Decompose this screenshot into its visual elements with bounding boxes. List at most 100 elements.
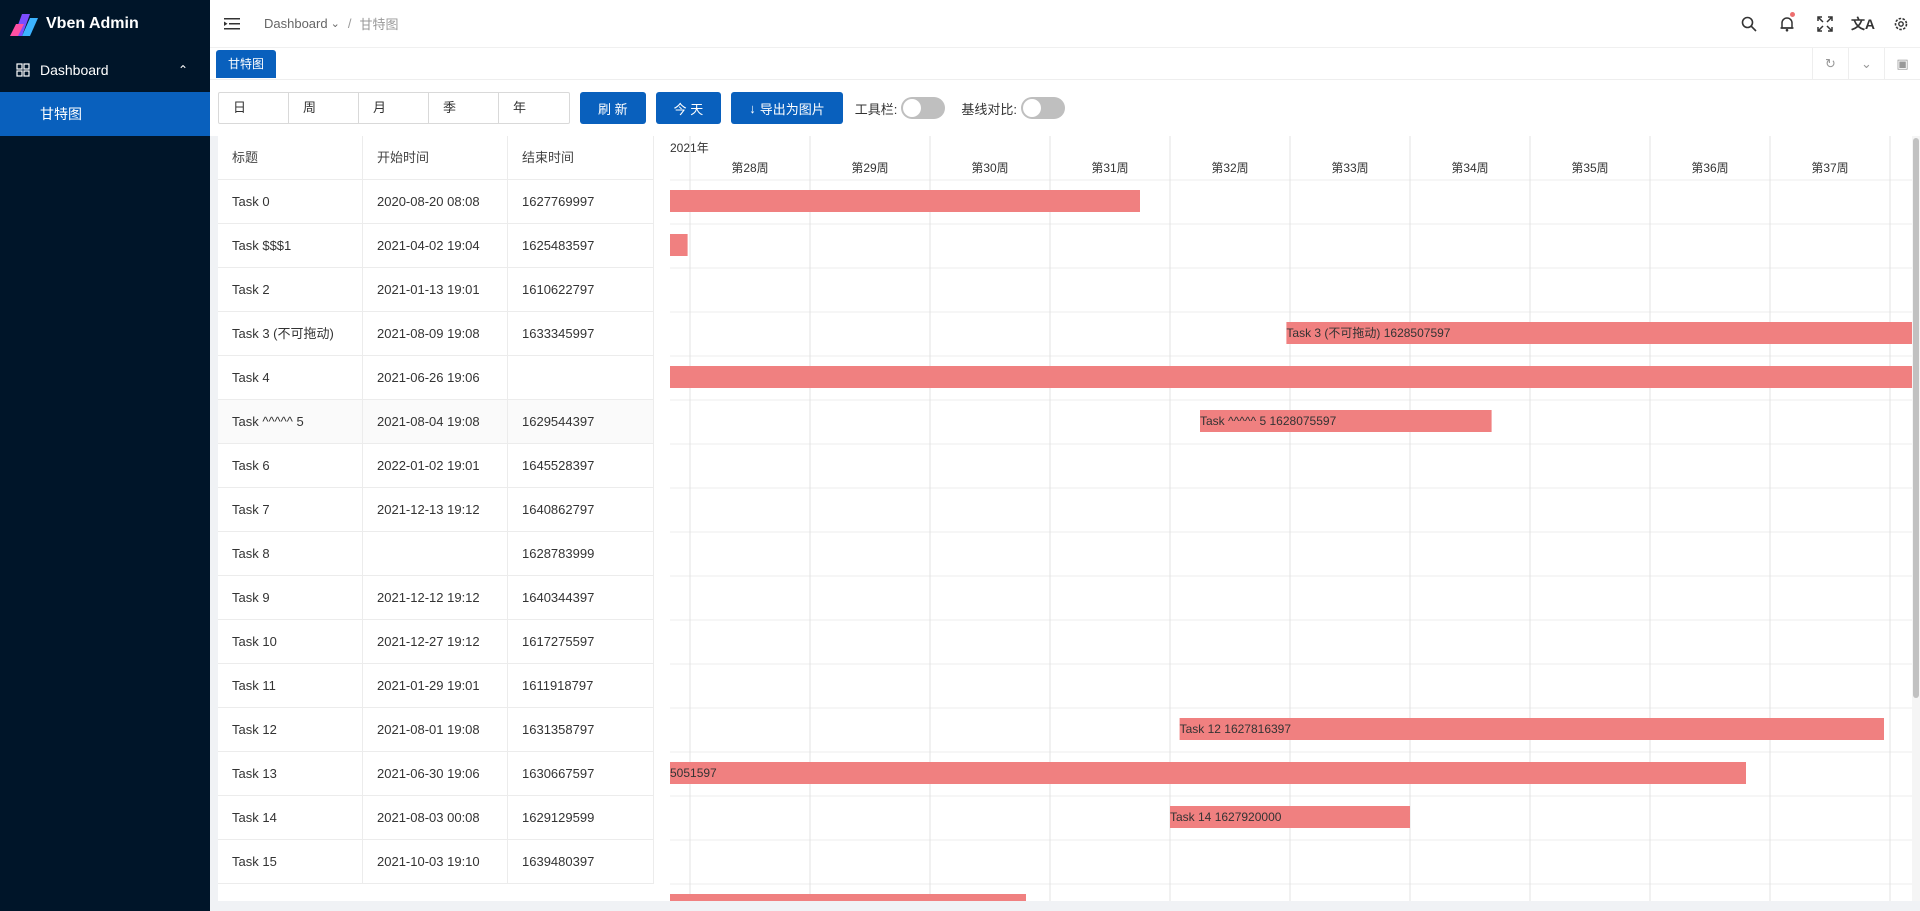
table-row[interactable]: Task 2 2021-01-13 19:01 1610622797	[218, 268, 654, 312]
cell-start: 2022-01-02 19:01	[363, 444, 508, 487]
chevron-down-icon[interactable]: ⌄	[1848, 48, 1884, 80]
gantt-bar[interactable]	[670, 366, 1914, 388]
cell-title: Task $$$1	[218, 224, 363, 267]
refresh-icon[interactable]: ↻	[1812, 48, 1848, 80]
sidebar-item-dashboard[interactable]: Dashboard ⌃	[0, 48, 210, 92]
table-row[interactable]: Task 15 2021-10-03 19:10 1639480397	[218, 840, 654, 884]
cell-title: Task 2	[218, 268, 363, 311]
cell-end: 1639480397	[508, 840, 654, 883]
table-row[interactable]: Task 12 2021-08-01 19:08 1631358797	[218, 708, 654, 752]
table-row[interactable]: Task 8 1628783999	[218, 532, 654, 576]
gear-icon[interactable]	[1882, 0, 1920, 48]
breadcrumb-separator: /	[347, 16, 352, 31]
cell-start: 2021-01-29 19:01	[363, 664, 508, 707]
cell-start: 2021-01-13 19:01	[363, 268, 508, 311]
scale-quarter[interactable]: 季	[429, 93, 499, 123]
gantt-bar[interactable]	[670, 234, 688, 256]
week-label: 第28周	[731, 161, 768, 175]
column-header-title: 标题	[218, 136, 363, 179]
cell-title: Task 12	[218, 708, 363, 751]
cell-start	[363, 532, 508, 575]
scale-day[interactable]: 日	[219, 93, 289, 123]
cell-title: Task 15	[218, 840, 363, 883]
cell-end: 1617275597	[508, 620, 654, 663]
cell-title: Task 3 (不可拖动)	[218, 312, 363, 355]
gantt-bar-label: Task ^^^^^ 5 1628075597	[1200, 414, 1337, 428]
logo[interactable]: Vben Admin	[0, 0, 210, 48]
cell-title: Task 6	[218, 444, 363, 487]
week-label: 第34周	[1451, 161, 1488, 175]
tab-bar: 甘特图 ↻ ⌄ ▣	[210, 48, 1920, 80]
cell-start: 2021-12-12 19:12	[363, 576, 508, 619]
table-row[interactable]: Task ^^^^^ 5 2021-08-04 19:08 1629544397	[218, 400, 654, 444]
week-label: 第36周	[1691, 161, 1728, 175]
menu-fold-icon[interactable]	[222, 14, 242, 34]
cell-title: Task 11	[218, 664, 363, 707]
scrollbar-thumb[interactable]	[1913, 138, 1919, 698]
cell-title: Task ^^^^^ 5	[218, 400, 363, 443]
notification-dot	[1790, 11, 1795, 17]
week-label: 第31周	[1091, 161, 1128, 175]
button-label: 刷 新	[598, 101, 628, 117]
tab-gantt[interactable]: 甘特图	[216, 49, 277, 78]
table-row[interactable]: Task 6 2022-01-02 19:01 1645528397	[218, 444, 654, 488]
year-label: 2021年	[670, 141, 709, 155]
cell-start: 2021-08-03 00:08	[363, 796, 508, 839]
table-row[interactable]: Task 4 2021-06-26 19:06	[218, 356, 654, 400]
bell-icon[interactable]	[1768, 0, 1806, 48]
search-icon[interactable]	[1730, 0, 1768, 48]
gantt-bar[interactable]	[670, 762, 1746, 784]
scale-month[interactable]: 月	[359, 93, 429, 123]
sidebar-item-gantt[interactable]: 甘特图	[0, 92, 210, 136]
table-row[interactable]: Task 13 2021-06-30 19:06 1630667597	[218, 752, 654, 796]
cell-title: Task 13	[218, 752, 363, 795]
table-row[interactable]: Task 0 2020-08-20 08:08 1627769997	[218, 180, 654, 224]
table-row[interactable]: Task 10 2021-12-27 19:12 1617275597	[218, 620, 654, 664]
scale-selector: 日 周 月 季 年	[218, 92, 570, 124]
cell-start: 2021-12-13 19:12	[363, 488, 508, 531]
week-label: 第37周	[1811, 161, 1848, 175]
chevron-down-icon: ⌄	[330, 18, 340, 30]
fullscreen-icon[interactable]	[1806, 0, 1844, 48]
cell-end: 1631358797	[508, 708, 654, 751]
gantt-bar-label: Task 3 (不可拖动) 1628507597	[1286, 326, 1450, 340]
breadcrumb-root[interactable]: Dashboard	[264, 16, 328, 31]
task-table: 标题 开始时间 结束时间 Task 0 2020-08-20 08:08 16277…	[218, 136, 654, 884]
vertical-scrollbar[interactable]	[1912, 136, 1920, 901]
export-image-button[interactable]: ↓ 导出为图片	[731, 92, 843, 124]
baseline-switch[interactable]	[1021, 97, 1066, 119]
cell-end: 1640862797	[508, 488, 654, 531]
tab-label: 甘特图	[228, 57, 265, 71]
content: 日 周 月 季 年 刷 新 今 天 ↓ 导出为图片 工具栏: 基线对比: 标题 …	[210, 80, 1920, 911]
main-area: Dashboard ⌄ / 甘特图 文A 甘特图 ↻ ⌄ ▣ 日 周 月 季 年…	[210, 0, 1920, 911]
table-row[interactable]: Task 14 2021-08-03 00:08 1629129599	[218, 796, 654, 840]
scale-week[interactable]: 周	[289, 93, 359, 123]
cell-end: 1627769997	[508, 180, 654, 223]
gantt-bar[interactable]	[670, 190, 1140, 212]
table-row[interactable]: Task 9 2021-12-12 19:12 1640344397	[218, 576, 654, 620]
cell-start: 2021-08-04 19:08	[363, 400, 508, 443]
table-row[interactable]: Task 3 (不可拖动) 2021-08-09 19:08 1633345997	[218, 312, 654, 356]
cell-end: 1629544397	[508, 400, 654, 443]
cell-title: Task 10	[218, 620, 363, 663]
gantt-bar-label: Task 14 1627920000	[1170, 810, 1282, 824]
baseline-switch-label: 基线对比:	[961, 101, 1018, 117]
cell-start: 2021-08-01 19:08	[363, 708, 508, 751]
scale-year[interactable]: 年	[499, 93, 569, 123]
table-row[interactable]: Task 11 2021-01-29 19:01 1611918797	[218, 664, 654, 708]
cell-start: 2021-06-26 19:06	[363, 356, 508, 399]
cell-end: 1610622797	[508, 268, 654, 311]
cell-title: Task 7	[218, 488, 363, 531]
gantt-bar[interactable]	[670, 894, 1026, 901]
cell-start: 2021-04-02 19:04	[363, 224, 508, 267]
fold-content-icon[interactable]: ▣	[1884, 48, 1920, 80]
cell-end: 1629129599	[508, 796, 654, 839]
toolbar-switch[interactable]	[901, 97, 946, 119]
translate-icon[interactable]: 文A	[1844, 0, 1882, 48]
refresh-button[interactable]: 刷 新	[580, 92, 646, 124]
toolbar-switch-label: 工具栏:	[854, 101, 898, 117]
table-row[interactable]: Task $$$1 2021-04-02 19:04 1625483597	[218, 224, 654, 268]
cell-end: 1628783999	[508, 532, 654, 575]
today-button[interactable]: 今 天	[655, 92, 722, 124]
table-row[interactable]: Task 7 2021-12-13 19:12 1640862797	[218, 488, 654, 532]
